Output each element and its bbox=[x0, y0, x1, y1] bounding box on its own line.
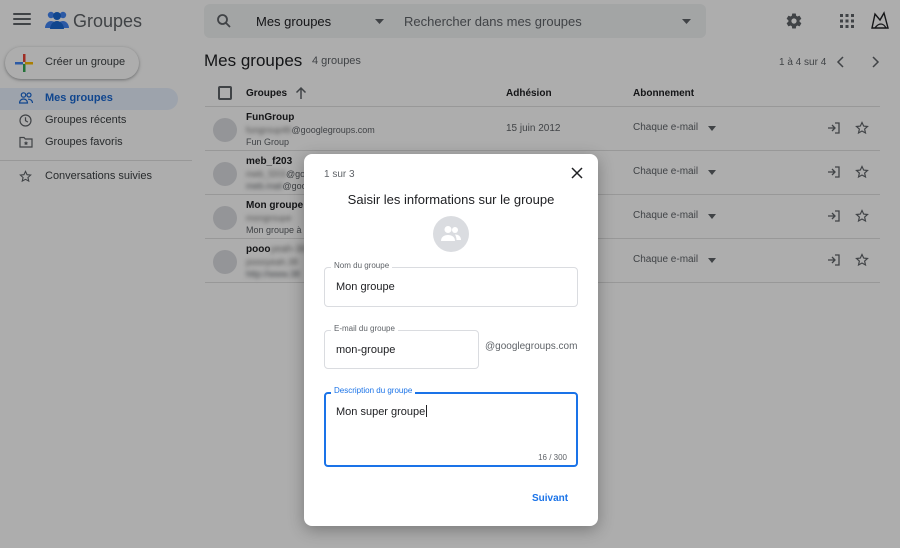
group-description-field[interactable]: Description du groupe Mon super groupe 1… bbox=[324, 386, 578, 467]
next-button[interactable]: Suivant bbox=[528, 491, 572, 506]
create-group-dialog: 1 sur 3 Saisir les informations sur le g… bbox=[304, 154, 598, 526]
field-label: Description du groupe bbox=[331, 386, 416, 395]
group-name-field[interactable]: Nom du groupe Mon groupe bbox=[324, 261, 578, 307]
field-label: E-mail du groupe bbox=[331, 324, 398, 333]
field-label: Nom du groupe bbox=[331, 261, 393, 270]
group-email-field[interactable]: E-mail du groupe mon-groupe bbox=[324, 324, 479, 369]
close-icon[interactable] bbox=[571, 167, 583, 179]
step-indicator: 1 sur 3 bbox=[324, 169, 355, 180]
people-icon bbox=[441, 226, 461, 241]
email-domain-suffix: @googlegroups.com bbox=[485, 341, 578, 352]
field-value[interactable]: Mon groupe bbox=[336, 281, 395, 293]
character-counter: 16 / 300 bbox=[538, 453, 567, 462]
field-value[interactable]: Mon super groupe bbox=[336, 405, 428, 418]
field-value[interactable]: mon-groupe bbox=[336, 344, 395, 356]
dialog-title: Saisir les informations sur le groupe bbox=[347, 192, 555, 207]
group-photo[interactable] bbox=[433, 216, 469, 252]
